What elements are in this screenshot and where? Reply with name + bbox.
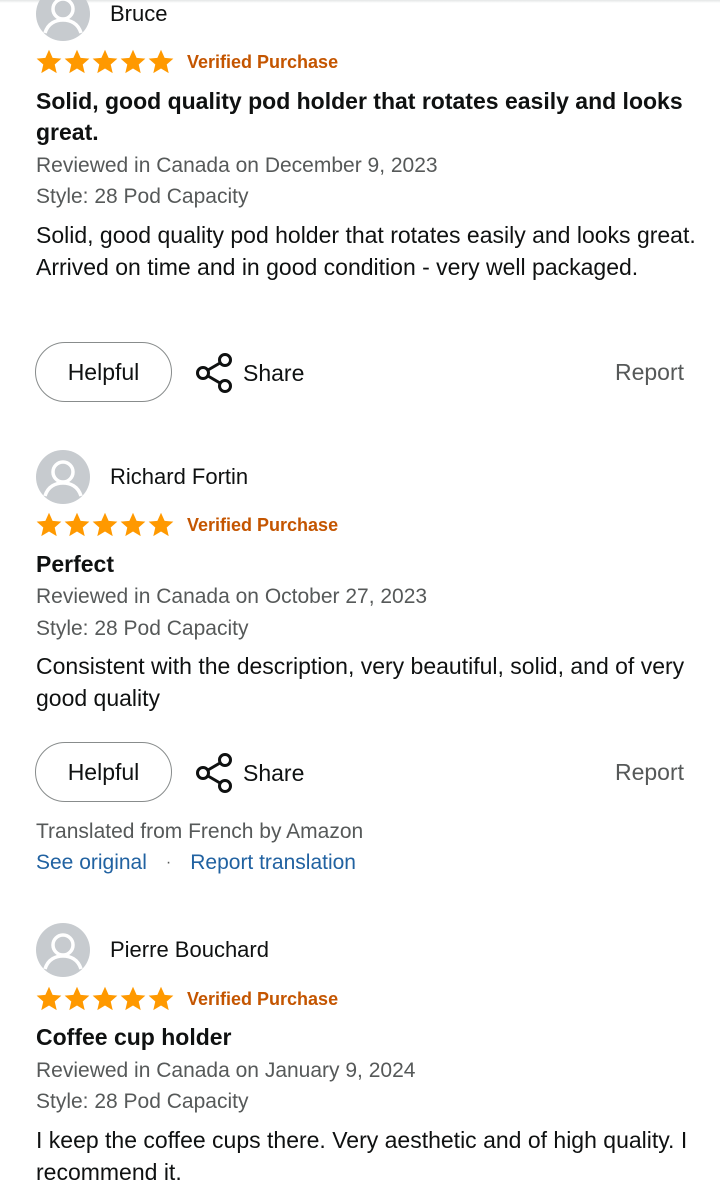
star-icon: [64, 986, 90, 1011]
star-icon: [148, 512, 174, 537]
review-style[interactable]: Style: 28 Pod Capacity: [36, 613, 248, 644]
review-style[interactable]: Style: 28 Pod Capacity: [36, 1086, 248, 1117]
star-icon: [64, 512, 90, 537]
review-rating-row: Verified Purchase: [35, 510, 338, 540]
star-icon: [120, 512, 146, 537]
verified-purchase-badge: Verified Purchase: [187, 514, 339, 535]
share-icon: [196, 753, 232, 793]
review-date: Reviewed in Canada on December 9, 2023: [36, 154, 438, 177]
star-icon: [64, 49, 90, 74]
translation-links: See original · Report translation: [36, 851, 356, 875]
star-icon: [36, 986, 62, 1011]
star-rating[interactable]: [35, 511, 175, 539]
review-author-row: Pierre Bouchard: [36, 923, 269, 977]
star-icon: [92, 49, 118, 74]
star-icon: [36, 512, 62, 537]
link-separator: ·: [165, 854, 172, 871]
review-date: Reviewed in Canada on January 9, 2024: [36, 1059, 416, 1082]
review-rating-row: Verified Purchase: [35, 984, 338, 1014]
share-button[interactable]: Share: [196, 751, 304, 795]
see-original-link[interactable]: See original: [36, 851, 147, 875]
person-avatar-icon: [36, 0, 90, 41]
review-rating-row: Verified Purchase: [35, 47, 338, 77]
helpful-button[interactable]: Helpful: [35, 742, 172, 802]
review-author-row: Richard Fortin: [36, 450, 248, 504]
share-button[interactable]: Share: [196, 351, 304, 395]
star-icon: [148, 49, 174, 74]
person-avatar-icon: [36, 450, 90, 504]
translation-note: Translated from French by Amazon: [36, 820, 364, 843]
verified-purchase-badge: Verified Purchase: [187, 988, 339, 1009]
review-body: Consistent with the description, very be…: [36, 653, 685, 711]
review-style[interactable]: Style: 28 Pod Capacity: [36, 181, 248, 212]
review-body: Solid, good quality pod holder that rota…: [36, 222, 696, 280]
review-author-name[interactable]: Richard Fortin: [110, 464, 248, 490]
star-rating[interactable]: [35, 985, 175, 1013]
person-avatar-icon: [36, 923, 90, 977]
star-icon: [148, 986, 174, 1011]
review-title: Solid, good quality pod holder that rota…: [36, 88, 683, 145]
review-date: Reviewed in Canada on October 27, 2023: [36, 585, 428, 608]
star-rating[interactable]: [35, 48, 175, 76]
review-author-row: Bruce: [36, 0, 167, 41]
report-link[interactable]: Report: [615, 759, 684, 786]
review-author-name[interactable]: Pierre Bouchard: [110, 937, 269, 963]
review-author-name[interactable]: Bruce: [110, 1, 167, 27]
verified-purchase-badge: Verified Purchase: [187, 51, 339, 72]
star-icon: [92, 986, 118, 1011]
share-label: Share: [243, 359, 305, 386]
star-icon: [92, 512, 118, 537]
review-body: I keep the coffee cups there. Very aesth…: [36, 1127, 688, 1185]
report-link[interactable]: Report: [615, 359, 684, 386]
helpful-button[interactable]: Helpful: [35, 342, 172, 402]
share-icon: [196, 353, 232, 393]
star-icon: [120, 49, 146, 74]
share-label: Share: [243, 759, 305, 786]
review-title: Perfect: [36, 551, 114, 577]
review-title: Coffee cup holder: [36, 1024, 232, 1050]
star-icon: [120, 986, 146, 1011]
star-icon: [36, 49, 62, 74]
report-translation-link[interactable]: Report translation: [190, 851, 356, 875]
